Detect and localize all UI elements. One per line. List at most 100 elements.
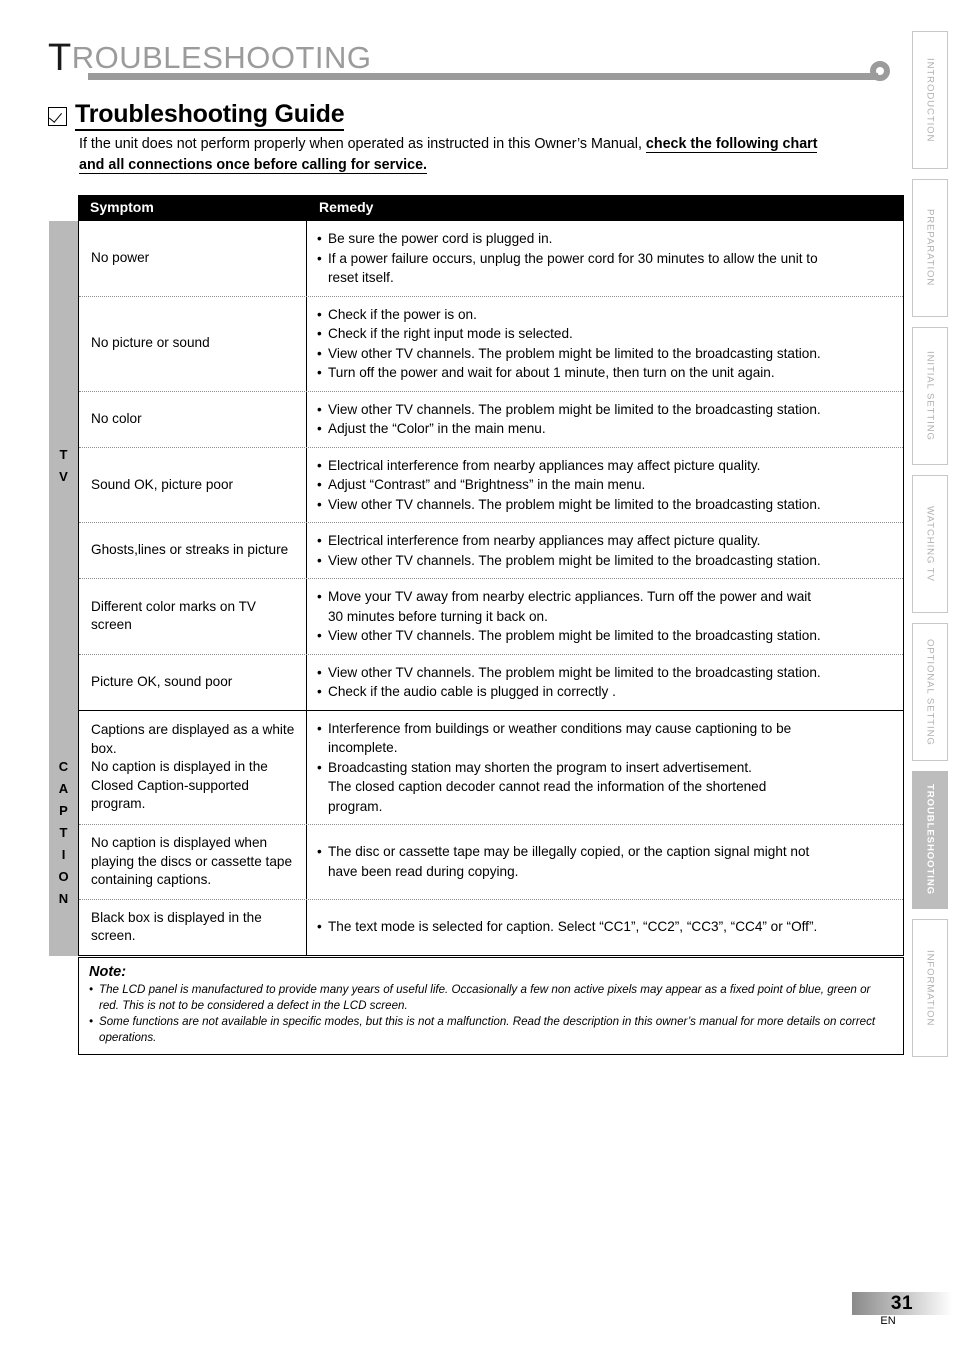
page-number-bar: 31: [852, 1292, 952, 1315]
sidebar-tab-label: WATCHING TV: [924, 506, 936, 582]
group-label-letter: I: [61, 847, 66, 862]
remedy-continuation: have been read during copying.: [328, 863, 519, 879]
group-label-letter: T: [59, 446, 68, 462]
symptom-cell: Picture OK, sound poor: [79, 654, 307, 710]
symptom-text: Captions are displayed as a white box. No…: [91, 722, 295, 811]
column-header-remedy: Remedy: [319, 199, 374, 215]
table-row: No power • Be sure the power cord is plugg…: [79, 221, 903, 297]
sidebar-tab-label: OPTIONAL SETTING: [924, 638, 936, 746]
bullet-dot-icon: •: [317, 401, 322, 417]
section-heading: Troubleshooting Guide: [48, 100, 345, 131]
page-number: 31: [890, 1292, 914, 1314]
intro-bold-first: check the following chart: [645, 136, 818, 153]
remedy-bullet: • Adjust “Contrast” and “Brightness” in t…: [317, 475, 895, 495]
remedy-text: View other TV channels. The problem migh…: [328, 496, 821, 512]
bullet-dot-icon: •: [317, 533, 322, 548]
remedy-continuation: reset itself.: [328, 270, 394, 285]
remedy-cell: • The disc or cassette tape may be illega…: [307, 825, 903, 899]
table-row: Sound OK, picture poor • Electrical interf…: [79, 447, 903, 523]
note-title: Note:: [89, 964, 127, 980]
sidebar-tab-watching-tv[interactable]: WATCHING TV: [912, 475, 948, 613]
note-box: Note: • The LCD panel is manufactured to …: [78, 957, 904, 1055]
intro-plain-text: If the unit does not perform properly wh…: [79, 136, 646, 152]
sidebar-tab-label: TROUBLESHOOTING: [924, 784, 936, 896]
note-item: • The LCD panel is manufactured to provid…: [89, 982, 893, 1013]
sidebar-tab-optional-setting[interactable]: OPTIONAL SETTING: [912, 623, 948, 761]
sidebar-tab-label: INITIAL SETTING: [924, 351, 936, 441]
sidebar-tab-troubleshooting[interactable]: TROUBLESHOOTING: [912, 771, 948, 909]
symptom-text: Ghosts,lines or streaks in picture: [91, 542, 289, 558]
group-label-letter: P: [59, 803, 68, 818]
intro-paragraph: If the unit does not perform properly wh…: [79, 134, 903, 176]
checkmark-box-icon: [48, 107, 67, 126]
remedy-cell: • Move your TV away from nearby electric …: [307, 579, 903, 654]
page-title-rest: ROUBLESHOOTING: [71, 40, 372, 75]
sidebar-tab-preparation[interactable]: PREPARATION: [912, 179, 948, 317]
bullet-dot-icon: •: [89, 1015, 94, 1028]
table-group-rows: Captions are displayed as a white box. No…: [78, 710, 904, 956]
remedy-text: Check if the right input mode is selecte…: [328, 326, 573, 341]
table-group: C A P T I O N Captions are displayed as a white…: [49, 710, 904, 956]
note-item-text: The LCD panel is manufactured to provide…: [99, 983, 871, 1012]
remedy-continuation: 30 minutes before turning it back on.: [328, 608, 548, 624]
symptom-text: No power: [91, 250, 150, 265]
remedy-bullet: • View other TV channels. The problem mig…: [317, 663, 895, 683]
symptom-text: No caption is displayed when playing the…: [91, 835, 292, 887]
sidebar-tab-introduction[interactable]: INTRODUCTION: [912, 31, 948, 169]
bullet-dot-icon: •: [317, 664, 322, 680]
section-title: Troubleshooting Guide: [75, 100, 345, 131]
table-group-rows: No power • Be sure the power cord is plugg…: [78, 221, 904, 711]
table-row: No color • View other TV channels. The pro…: [79, 391, 903, 448]
table-header-row: Symptom Remedy: [78, 195, 904, 221]
note-item-text: Some functions are not available in spec…: [99, 1015, 876, 1044]
bullet-dot-icon: •: [317, 628, 322, 643]
remedy-cell: • View other TV channels. The problem mig…: [307, 392, 903, 447]
sidebar-tab-information[interactable]: INFORMATION: [912, 919, 948, 1057]
remedy-bullet: • Interference from buildings or weather …: [317, 719, 895, 739]
symptom-cell: Captions are displayed as a white box. No…: [79, 710, 307, 824]
remedy-text: Broadcasting station may shorten the pro…: [328, 759, 752, 775]
remedy-text: The text mode is selected for caption. S…: [328, 919, 818, 935]
table-group: T V No power • Be sure the power cord is plu…: [49, 221, 904, 711]
section-tab-rail: INTRODUCTION PREPARATION INITIAL SETTING WA…: [912, 31, 948, 1067]
bullet-dot-icon: •: [317, 844, 322, 860]
page-language: EN: [880, 1315, 896, 1327]
remedy-bullet: • The disc or cassette tape may be illega…: [317, 842, 895, 862]
intro-bold-second: and all connections once before calling …: [79, 157, 427, 174]
bullet-dot-icon: •: [317, 720, 322, 736]
group-label-letter: A: [58, 781, 69, 796]
remedy-bullet: • Check if the power is on.: [317, 305, 895, 325]
table-row: Black box is displayed in the screen. • Th…: [79, 899, 903, 955]
remedy-continuation: incomplete.: [328, 740, 398, 755]
remedy-cell: • The text mode is selected for caption. …: [307, 900, 903, 955]
table-row: Different color marks on TV screen • Move …: [79, 579, 903, 655]
symptom-cell: Ghosts,lines or streaks in picture: [79, 523, 307, 578]
bullet-dot-icon: •: [317, 326, 322, 341]
bullet-dot-icon: •: [317, 421, 322, 436]
remedy-bullet: • The text mode is selected for caption. …: [317, 917, 895, 937]
remedy-text: View other TV channels. The problem migh…: [328, 345, 821, 361]
page-title-initial: T: [48, 37, 72, 79]
symptom-cell: No power: [79, 221, 307, 296]
remedy-text: Adjust the “Color” in the main menu.: [328, 421, 546, 436]
page-footer: 31 EN: [852, 1292, 952, 1327]
bullet-dot-icon: •: [317, 759, 322, 775]
remedy-text: Check if the power is on.: [328, 306, 477, 322]
remedy-bullet: • View other TV channels. The problem mig…: [317, 344, 895, 364]
table-row: Picture OK, sound poor • View other TV cha…: [79, 654, 903, 710]
remedy-continuation: The closed caption decoder cannot read t…: [328, 779, 767, 794]
bullet-dot-icon: •: [317, 684, 322, 699]
remedy-bullet: • Electrical interference from nearby app…: [317, 531, 895, 551]
group-label-tv: TV: [49, 221, 78, 711]
symptom-text: Different color marks on TV screen: [91, 598, 256, 633]
remedy-cell: • Check if the power is on. • Check if the …: [307, 297, 903, 391]
remedy-bullet: • Adjust the “Color” in the main menu.: [317, 419, 895, 439]
column-header-symptom: Symptom: [90, 199, 154, 215]
remedy-bullet: • Turn off the power and wait for about 1…: [317, 363, 895, 383]
remedy-bullet: • If a power failure occurs, unplug the p…: [317, 249, 895, 269]
symptom-cell: No caption is displayed when playing the…: [79, 825, 307, 899]
remedy-text: Be sure the power cord is plugged in.: [328, 231, 553, 246]
sidebar-tab-initial-setting[interactable]: INITIAL SETTING: [912, 327, 948, 465]
remedy-bullet: • Check if the right input mode is select…: [317, 324, 895, 344]
bullet-dot-icon: •: [317, 306, 322, 322]
